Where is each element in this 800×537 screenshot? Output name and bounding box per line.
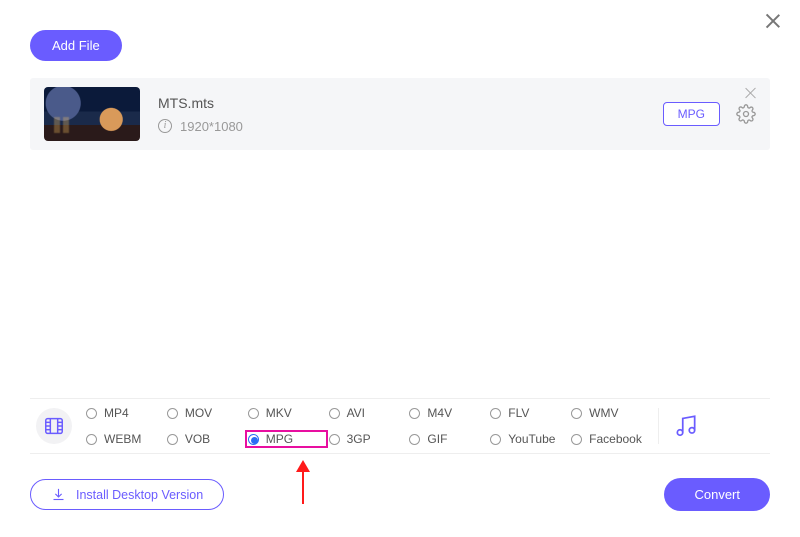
format-label: MPG [266,432,293,446]
video-category-icon[interactable] [36,408,72,444]
gear-icon[interactable] [736,104,756,124]
radio-icon [329,408,340,419]
radio-icon [248,434,259,445]
format-label: FLV [508,406,529,420]
formats-grid: MP4 MOV MKV AVI M4V FLV WMV WEBM VOB MPG 3GP GIF You… [84,402,650,450]
format-option-facebook[interactable]: Facebook [569,431,650,447]
format-option-youtube[interactable]: YouTube [488,431,569,447]
add-file-button[interactable]: Add File [30,30,122,61]
format-label: WEBM [104,432,141,446]
file-card: MTS.mts i 1920*1080 MPG [30,78,770,150]
format-label: AVI [347,406,365,420]
format-label: MP4 [104,406,129,420]
format-option-vob[interactable]: VOB [165,431,246,447]
file-meta: MTS.mts i 1920*1080 [158,95,243,134]
format-label: MOV [185,406,212,420]
file-name: MTS.mts [158,95,243,111]
format-label: MKV [266,406,292,420]
format-option-mov[interactable]: MOV [165,405,246,421]
format-option-gif[interactable]: GIF [407,431,488,447]
install-desktop-label: Install Desktop Version [76,488,203,502]
radio-icon [571,434,582,445]
install-desktop-button[interactable]: Install Desktop Version [30,479,224,510]
remove-file-icon[interactable] [744,86,758,100]
separator [658,408,659,444]
format-option-flv[interactable]: FLV [488,405,569,421]
format-option-mpg[interactable]: MPG [246,431,327,447]
format-option-wmv[interactable]: WMV [569,405,650,421]
format-label: VOB [185,432,210,446]
format-option-mp4[interactable]: MP4 [84,405,165,421]
radio-icon [490,434,501,445]
radio-icon [86,408,97,419]
format-label: Facebook [589,432,642,446]
radio-icon [409,434,420,445]
download-icon [51,487,66,502]
format-label: 3GP [347,432,371,446]
radio-icon [248,408,259,419]
convert-button[interactable]: Convert [664,478,770,511]
format-label: WMV [589,406,618,420]
radio-icon [329,434,340,445]
radio-icon [409,408,420,419]
format-label: M4V [427,406,452,420]
info-icon[interactable]: i [158,119,172,133]
format-label: YouTube [508,432,555,446]
format-option-3gp[interactable]: 3GP [327,431,408,447]
format-option-webm[interactable]: WEBM [84,431,165,447]
file-resolution: 1920*1080 [180,119,243,134]
radio-icon [167,434,178,445]
window-close-icon[interactable] [764,12,782,30]
footer: Install Desktop Version Convert [30,478,770,511]
format-option-m4v[interactable]: M4V [407,405,488,421]
format-option-mkv[interactable]: MKV [246,405,327,421]
format-bar: MP4 MOV MKV AVI M4V FLV WMV WEBM VOB MPG 3GP GIF You… [30,398,770,454]
format-option-avi[interactable]: AVI [327,405,408,421]
file-resolution-row: i 1920*1080 [158,119,243,134]
output-format-badge[interactable]: MPG [663,102,720,126]
video-thumbnail [44,87,140,141]
audio-category-icon[interactable] [673,413,699,439]
radio-icon [86,434,97,445]
radio-icon [490,408,501,419]
radio-icon [571,408,582,419]
radio-icon [167,408,178,419]
format-label: GIF [427,432,447,446]
